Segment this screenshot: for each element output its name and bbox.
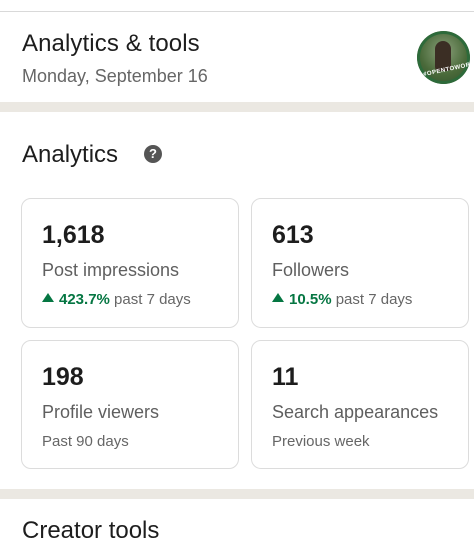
- card-value: 11: [272, 363, 299, 391]
- card-value: 613: [272, 221, 314, 249]
- page-header: Analytics & tools Monday, September 16 #…: [0, 12, 474, 102]
- section-divider: [0, 489, 474, 499]
- followers-card[interactable]: 613 Followers 10.5% past 7 days: [251, 198, 469, 328]
- card-value: 1,618: [42, 221, 105, 249]
- avatar[interactable]: #OPENTOWORK: [417, 31, 470, 84]
- card-label: Profile viewers: [42, 402, 160, 422]
- creator-tools-heading: Creator tools: [22, 517, 160, 544]
- search-appearances-card[interactable]: 11 Search appearances Previous week: [251, 340, 469, 469]
- page-title: Analytics & tools: [22, 30, 200, 57]
- analytics-heading: Analytics: [22, 141, 119, 168]
- card-trend: 10.5% past 7 days: [272, 291, 412, 308]
- card-label: Search appearances: [272, 402, 439, 422]
- help-icon[interactable]: ?: [144, 145, 162, 163]
- profile-viewers-card[interactable]: 198 Profile viewers Past 90 days: [21, 340, 239, 469]
- section-divider: [0, 102, 474, 112]
- date-subtitle: Monday, September 16: [22, 66, 208, 86]
- card-period: Previous week: [272, 433, 370, 450]
- card-value: 198: [42, 363, 84, 391]
- triangle-up-icon: [272, 293, 284, 302]
- trend-period: past 7 days: [114, 291, 191, 308]
- card-period: Past 90 days: [42, 433, 129, 450]
- trend-period: past 7 days: [335, 291, 413, 308]
- card-label: Post impressions: [42, 260, 180, 280]
- triangle-up-icon: [42, 293, 54, 302]
- trend-value: 423.7%: [59, 291, 110, 308]
- card-trend: 423.7% past 7 days: [42, 291, 191, 308]
- post-impressions-card[interactable]: 1,618 Post impressions 423.7% past 7 day…: [21, 198, 239, 328]
- card-label: Followers: [272, 260, 350, 280]
- trend-value: 10.5%: [289, 291, 332, 308]
